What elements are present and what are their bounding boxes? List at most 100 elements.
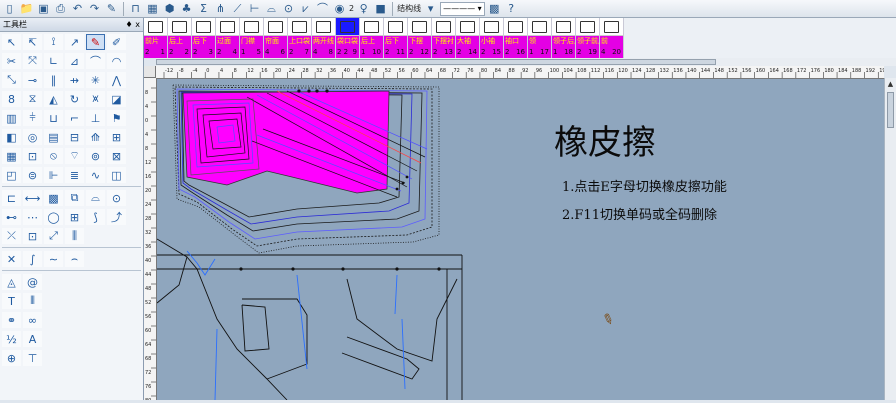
angle-tool-icon[interactable]: ∟ [44,53,63,69]
scroll-up-icon[interactable]: ▲ [885,78,896,89]
size-tool-icon[interactable]: ½ [2,331,21,347]
align-tool-icon[interactable]: ⊩ [44,167,63,183]
tag-tool-icon[interactable]: ⊞ [107,129,126,145]
link-tool-icon[interactable]: ⚭ [2,312,21,328]
sum-icon[interactable]: Σ [196,1,211,16]
drawing-canvas[interactable]: 橡皮擦 1.点击E字母切换橡皮擦功能 2.F11切换单码或全码删除 ✎ [157,79,884,400]
tab-piece-9[interactable]: 袋口袋 2 29 [336,18,360,58]
horizontal-scrollbar[interactable] [156,58,896,66]
bookmark-tool-icon[interactable]: ⊟ [65,129,84,145]
label-tool-icon[interactable]: ⊠ [107,148,126,164]
brush-icon[interactable]: ⟋ [230,1,245,16]
cross-curve-icon[interactable]: ✕ [2,251,21,267]
horizontal-scroll-thumb[interactable] [156,59,716,65]
tab-piece-7[interactable]: 上口袋 2 7 [288,18,312,58]
dotted-tool-icon[interactable]: ⋯ [23,209,42,225]
parallel-tool-icon[interactable]: ∥ [44,72,63,88]
chain-tool-icon[interactable]: ∞ [23,312,42,328]
tab-piece-14[interactable]: 大袖 2 14 [456,18,480,58]
block-tool-icon[interactable]: ▩ [44,190,63,206]
mark-tool-icon[interactable]: ⚑ [107,110,126,126]
tab-piece-5[interactable]: 门襟 1 5 [240,18,264,58]
fold-icon[interactable]: ⩗ [298,1,313,16]
save-icon[interactable]: ▣ [36,1,51,16]
scissors-tool-icon[interactable]: ✂ [2,53,21,69]
notch-icon[interactable]: ⌓ [264,1,279,16]
tab-piece-13[interactable]: 下摆衬 2 13 [432,18,456,58]
rotate-tool-icon[interactable]: ↻ [65,91,84,107]
pleat-tool-icon[interactable]: ⩙ [86,91,105,107]
hem-tool-icon[interactable]: ⊔ [44,110,63,126]
seam-tool-icon[interactable]: ▥ [2,110,21,126]
tab-piece-10[interactable]: 后上 1 10 [360,18,384,58]
tab-piece-6[interactable]: 帘面 4 6 [264,18,288,58]
swirl-tool-icon[interactable]: @ [23,274,42,290]
layout-tool-icon[interactable]: ▤ [44,129,63,145]
pattern-piece-icon[interactable]: ⬢ [162,1,177,16]
button-tool-icon[interactable]: ⊚ [86,148,105,164]
diag-tool-icon[interactable]: ⤢ [44,228,63,244]
tab-piece-17[interactable]: 领 1 17 [528,18,552,58]
print-icon[interactable]: ⎙ [53,1,68,16]
split-tool-icon[interactable]: ◭ [44,91,63,107]
pen-icon[interactable]: ✎ [104,1,119,16]
group-tool-icon[interactable]: ◫ [107,167,126,183]
protractor-tool-icon[interactable]: ◠ [107,53,126,69]
tab-piece-3[interactable]: 后下 2 3 [192,18,216,58]
adjust-tool-icon[interactable]: ↸ [23,34,42,50]
text-tool-icon[interactable]: T [2,293,21,309]
join-tool-icon[interactable]: ⊸ [23,72,42,88]
cut-line-icon[interactable]: ⋔ [213,1,228,16]
scale-tool-icon[interactable]: ⊏ [2,190,21,206]
color-swatch-icon[interactable]: ■ [373,1,388,16]
copy-tool-icon[interactable]: ⧉ [65,190,84,206]
curve-tool-icon[interactable]: ↗ [65,34,84,50]
tab-piece-2[interactable]: 后上 2 2 [168,18,192,58]
design-tab-icon[interactable]: ⊓ [128,1,143,16]
line-tool-icon[interactable]: ⊷ [2,209,21,225]
circle-tool-icon[interactable]: ◯ [44,209,63,225]
pencil-tool-icon[interactable]: ✐ [107,34,126,50]
grid-tool-icon[interactable]: ⊞ [65,209,84,225]
redo-icon[interactable]: ↷ [87,1,102,16]
pocket-tool-icon[interactable]: ◰ [2,167,21,183]
stack-tool-icon[interactable]: ⊜ [23,167,42,183]
drill-icon[interactable]: ⊙ [281,1,296,16]
tab-piece-1[interactable]: 前片 2 1 [144,18,168,58]
mark-text-tool-icon[interactable]: ⊤ [23,350,42,366]
line-style-select[interactable]: ———— ▾ [440,1,485,16]
tab-piece-18[interactable]: 领子后片1 18 [552,18,576,58]
radial-tool-icon[interactable]: ✳ [86,72,105,88]
open-file-icon[interactable]: 📁 [19,1,34,16]
triangle-tool-icon[interactable]: ⊿ [65,53,84,69]
tab-piece-4[interactable]: 过面 2 4 [216,18,240,58]
wave-tool-icon[interactable]: ∿ [86,167,105,183]
corner-tool-icon[interactable]: ⌐ [65,110,84,126]
measure-tool-icon[interactable]: 8 [2,91,21,107]
tool-panel-pin-close[interactable]: ♦ x [126,20,140,29]
smooth-curve-icon[interactable]: ∼ [44,251,63,267]
s-curve-icon[interactable]: ∫ [23,251,42,267]
font-size-tool-icon[interactable]: A [23,331,42,347]
tab-piece-12[interactable]: 下摆 2 12 [408,18,432,58]
tab-piece-15[interactable]: 小袖 2 15 [480,18,504,58]
collar-tool-icon[interactable]: ⦸ [44,148,63,164]
piece-tool-icon[interactable]: ◧ [2,129,21,145]
point-tool-icon[interactable]: ⟟ [44,34,63,50]
grid-icon[interactable]: ▦ [145,1,160,16]
grain-tool-icon[interactable]: ⊥ [86,110,105,126]
pair-tool-icon[interactable]: ⟷ [23,190,42,206]
fold-tool-icon[interactable]: ◪ [107,91,126,107]
stripe-tool-icon[interactable]: ≣ [65,167,84,183]
shape-tool-icon[interactable]: ◬ [2,274,21,290]
eraser-tool-icon[interactable]: ✎ [86,34,105,50]
arc-edit-tool-icon[interactable]: ⌓ [86,190,105,206]
mirror-tool-icon[interactable]: ⧖ [23,91,42,107]
new-file-icon[interactable]: ▯ [2,1,17,16]
sew-tool-icon[interactable]: ⊡ [23,148,42,164]
film-icon[interactable]: ▩ [487,1,502,16]
extend-tool-icon[interactable]: ⇸ [65,72,84,88]
shape-curve-icon[interactable]: ⌢ [65,251,84,267]
help-icon[interactable]: ? [504,1,519,16]
tab-piece-8[interactable]: 两开线 4 8 [312,18,336,58]
